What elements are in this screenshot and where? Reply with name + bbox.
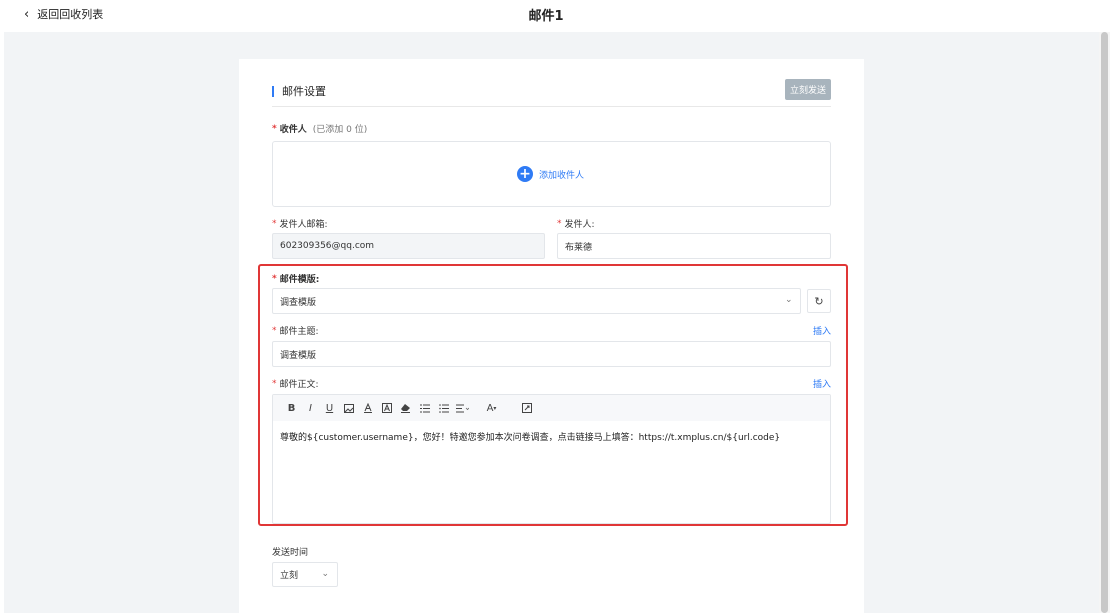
rich-text-editor[interactable]: B I U A ▾ 尊敬的${customer.username}，您好！特邀您… [272, 394, 831, 524]
template-select[interactable]: 调查模版 [272, 288, 801, 314]
required-mark: * [272, 378, 277, 389]
sender-email-field[interactable]: 602309356@qq.com [272, 233, 545, 259]
sender-email-label-text: 发件人邮箱: [279, 220, 328, 230]
body-insert-link[interactable]: 插入 [813, 377, 831, 390]
chevron-down-icon: ▾ [493, 404, 497, 412]
font-size-button[interactable]: A ▾ [482, 399, 501, 417]
body-label-text: 邮件正文: [279, 380, 319, 390]
ordered-list-icon[interactable] [415, 399, 434, 417]
bold-button[interactable]: B [282, 399, 301, 417]
subject-label: * 邮件主题: [272, 324, 319, 338]
template-label: * 邮件模版: [272, 272, 320, 286]
send-time-select[interactable]: 立刻 ⌄ [272, 562, 338, 587]
required-mark: * [272, 325, 277, 336]
recipients-count-hint: (已添加 0 位) [312, 125, 368, 135]
recipients-label: * 收件人 (已添加 0 位) [272, 122, 368, 136]
plus-circle-icon: + [517, 166, 533, 182]
scrollbar-thumb[interactable] [1101, 32, 1108, 613]
required-mark: * [272, 123, 277, 134]
editor-content[interactable]: 尊敬的${customer.username}，您好！特邀您参加本次问卷调查，点… [280, 430, 780, 443]
required-mark: * [272, 273, 277, 284]
required-mark: * [557, 218, 562, 229]
subject-input[interactable]: 调查模版 [272, 341, 831, 367]
font-size-glyph: A [486, 402, 494, 414]
page-title: 邮件1 [528, 9, 564, 24]
send-time-label-text: 发送时间 [272, 548, 309, 558]
sender-name-label-text: 发件人: [564, 220, 595, 230]
chevron-down-icon[interactable]: ⌄ [785, 295, 793, 305]
refresh-template-button[interactable]: ↻ [807, 289, 831, 313]
top-bar: ‹ 返回回收列表 邮件1 [0, 0, 1110, 32]
template-label-text: 邮件模版: [279, 275, 320, 285]
template-selected-value: 调查模版 [280, 297, 317, 308]
page-scrollbar[interactable] [1099, 32, 1110, 613]
align-icon[interactable] [453, 399, 472, 417]
body-label: * 邮件正文: [272, 377, 319, 391]
underline-button[interactable]: U [320, 399, 339, 417]
italic-button[interactable]: I [301, 399, 320, 417]
sender-email-label: * 发件人邮箱: [272, 217, 328, 231]
send-time-selected-value: 立刻 [280, 571, 299, 581]
section-header: 邮件设置 [272, 83, 326, 99]
font-color-icon[interactable] [358, 399, 377, 417]
required-mark: * [272, 218, 277, 229]
add-recipient-label: 添加收件人 [539, 170, 585, 181]
background-color-icon[interactable] [377, 399, 396, 417]
section-divider [272, 106, 831, 107]
recipients-label-text: 收件人 [279, 125, 307, 135]
chevron-down-icon: ⌄ [321, 569, 329, 579]
subject-label-text: 邮件主题: [279, 327, 319, 337]
send-now-button[interactable]: 立刻发送 [785, 79, 831, 100]
image-icon[interactable] [339, 399, 358, 417]
editor-toolbar: B I U A ▾ [273, 395, 830, 421]
clear-format-icon[interactable] [396, 399, 415, 417]
add-recipient-button[interactable]: + 添加收件人 [517, 166, 584, 182]
refresh-icon: ↻ [814, 294, 824, 308]
fullscreen-icon[interactable] [517, 399, 536, 417]
send-time-label: 发送时间 [272, 545, 308, 558]
bullet-list-icon[interactable] [434, 399, 453, 417]
section-accent-bar [272, 85, 274, 97]
sender-name-label: * 发件人: [557, 217, 595, 231]
sender-name-field[interactable]: 布莱德 [557, 233, 831, 259]
subject-insert-link[interactable]: 插入 [813, 324, 831, 337]
section-title: 邮件设置 [282, 85, 326, 98]
